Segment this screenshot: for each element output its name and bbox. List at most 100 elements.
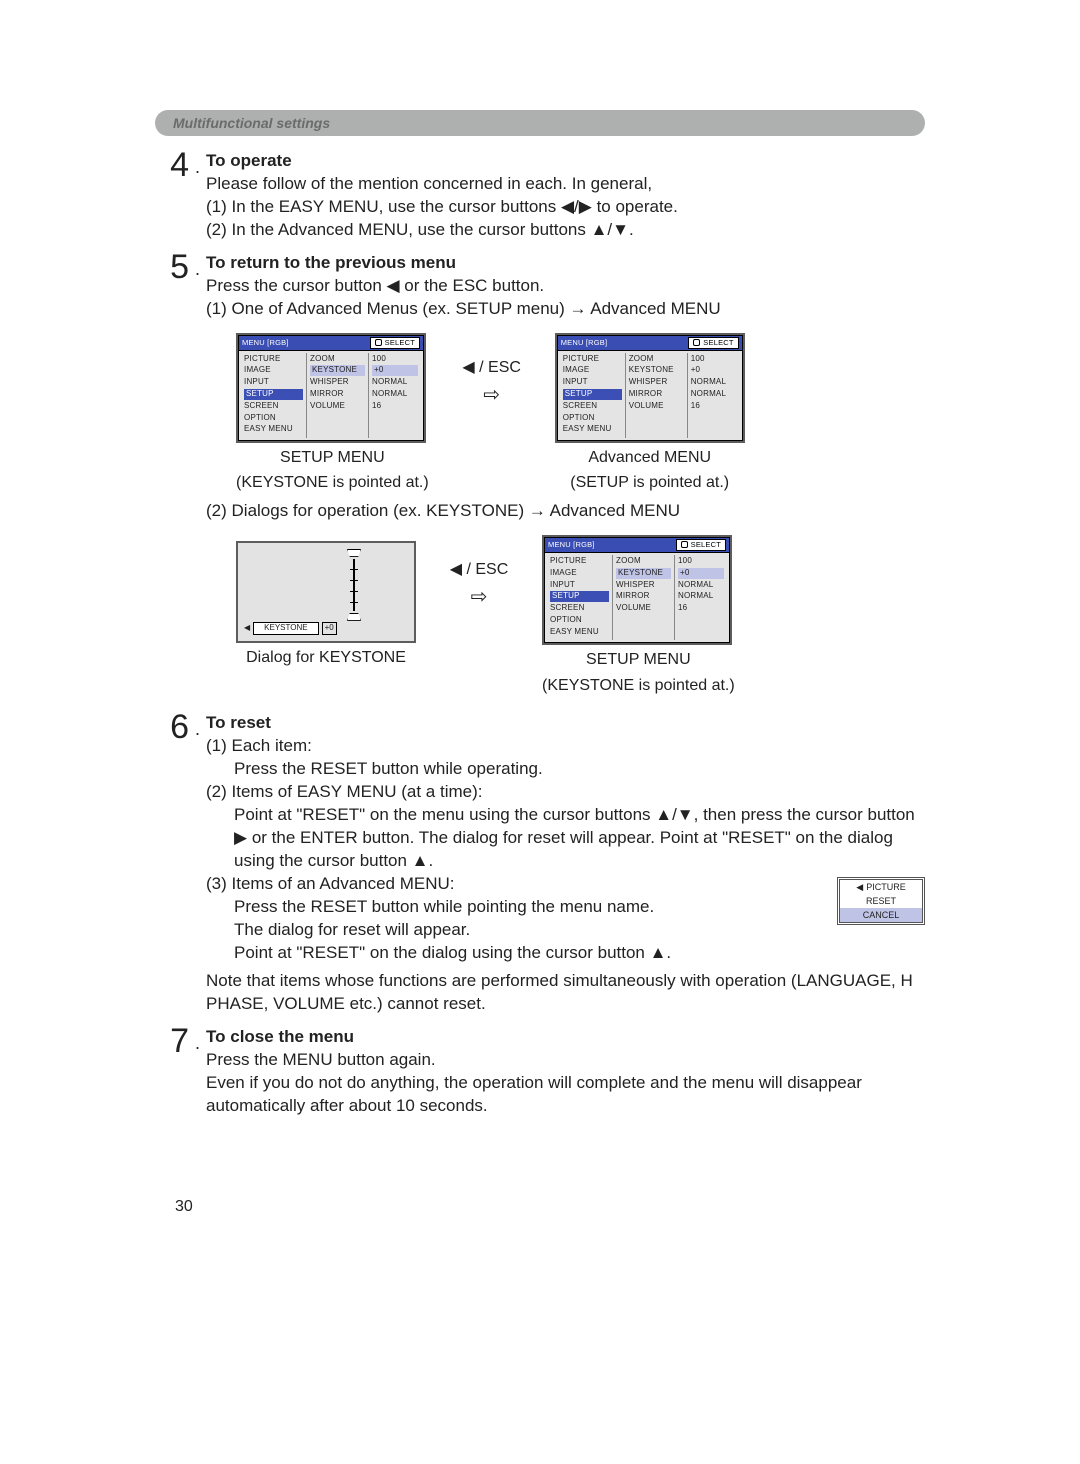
caption-setup-menu: SETUP MENU [236,447,429,469]
osd-right-item: NORMAL [691,377,737,388]
step-6-l1a: Press the RESET button while operating. [206,758,925,781]
caption-keystone-pointed: (KEYSTONE is pointed at.) [236,472,429,494]
osd-mid-item: MIRROR [629,389,684,400]
step-dot: . [195,1026,200,1118]
caption-setup-menu-2: SETUP MENU [542,649,735,671]
keystone-value: +0 [322,622,337,635]
step-5-sub1: (1) One of Advanced Menus (ex. SETUP men… [206,299,721,318]
osd-title: MENU [RGB] [548,540,595,550]
caption-setup-pointed: (SETUP is pointed at.) [555,472,745,494]
osd-right-item: NORMAL [372,377,418,388]
osd-right-item: NORMAL [678,580,724,591]
osd-left-item: EASY MENU [244,424,303,435]
osd-left-item: PICTURE [550,556,609,567]
arrow-right-icon: ⇨ [471,584,488,611]
left-arrow-icon: ◀ [856,881,863,893]
reset-dialog-reset: RESET [840,894,922,908]
reset-dialog-cancel: CANCEL [840,908,922,922]
step-number: 6 [155,712,189,1016]
step-dot: . [195,150,200,242]
osd-select-box: SELECT [688,337,738,349]
keystone-label: KEYSTONE [253,622,318,635]
osd-mid-item: VOLUME [629,401,684,412]
osd-mid-item: VOLUME [310,401,365,412]
osd-left-item-highlight: SETUP [563,389,622,400]
step-4-title: To operate [206,151,292,170]
osd-setup-menu: MENU [RGB] SELECT PICTURE IMAGE INPUT SE… [236,333,426,443]
osd-left-item: IMAGE [550,568,609,579]
step-7-l2: Even if you do not do anything, the oper… [206,1073,862,1115]
osd-left-item: IMAGE [244,365,303,376]
step-6-l2: (2) Items of EASY MENU (at a time): [206,782,482,801]
caption-keystone-pointed-2: (KEYSTONE is pointed at.) [542,675,735,697]
graphic-row-1: MENU [RGB] SELECT PICTURE IMAGE INPUT SE… [236,333,925,494]
step-5-line: Press the cursor button ◀ or the ESC but… [206,276,544,295]
osd-mid-item: WHISPER [616,580,671,591]
osd-mid-item: ZOOM [616,556,671,567]
graphic-row-2: ◀ KEYSTONE +0 Dialog for KEYSTONE ◀ / ES… [236,535,925,696]
step-4: 4 . To operate Please follow of the ment… [155,150,925,242]
select-icon [681,541,688,548]
step-6: 6 . To reset (1) Each item: Press the RE… [155,712,925,1016]
reset-dialog: ◀PICTURE RESET CANCEL [837,877,925,925]
osd-left-item: PICTURE [563,354,622,365]
step-number: 5 [155,252,189,702]
osd-left-item: OPTION [550,615,609,626]
osd-right-item: NORMAL [372,389,418,400]
step-6-l3b: The dialog for reset will appear. [206,919,925,942]
select-icon [693,339,700,346]
caption-dialog-keystone: Dialog for KEYSTONE [236,647,416,669]
step-5-title: To return to the previous menu [206,253,456,272]
osd-right-item-highlight: +0 [678,568,724,579]
osd-left-item: SCREEN [550,603,609,614]
select-icon [375,339,382,346]
section-tab: Multifunctional settings [155,110,925,136]
osd-mid-item: WHISPER [310,377,365,388]
osd-right-item: +0 [691,365,737,376]
trapezoid-bottom-icon [347,613,361,621]
left-arrow-icon: ◀ [244,623,250,634]
osd-left-item-highlight: SETUP [244,389,303,400]
step-7-l1: Press the MENU button again. [206,1050,436,1069]
osd-left-item: EASY MENU [563,424,622,435]
osd-left-item: OPTION [244,413,303,424]
osd-mid-item: ZOOM [310,354,365,365]
osd-right-item: 16 [372,401,418,412]
osd-left-item: SCREEN [244,401,303,412]
step-6-l1: (1) Each item: [206,736,312,755]
osd-advanced-menu: MENU [RGB] SELECT PICTURE IMAGE INPUT SE… [555,333,745,443]
osd-mid-item: WHISPER [629,377,684,388]
osd-select-box: SELECT [370,337,420,349]
osd-left-item: INPUT [563,377,622,388]
osd-title: MENU [RGB] [561,338,608,348]
step-6-l3a: Press the RESET button while pointing th… [206,896,925,919]
osd-setup-menu-2: MENU [RGB] SELECT PICTURE IMAGE INPUT SE… [542,535,732,645]
osd-left-item: PICTURE [244,354,303,365]
osd-left-item: INPUT [244,377,303,388]
osd-mid-item: VOLUME [616,603,671,614]
step-7: 7 . To close the menu Press the MENU but… [155,1026,925,1118]
trapezoid-top-icon [347,549,361,557]
step-4-line: Please follow of the mention concerned i… [206,174,652,193]
step-4-sub2: (2) In the Advanced MENU, use the cursor… [206,220,634,239]
step-6-l3: (3) Items of an Advanced MENU: [206,874,455,893]
osd-mid-item-highlight: KEYSTONE [310,365,365,376]
step-dot: . [195,712,200,1016]
osd-left-item-highlight: SETUP [550,591,609,602]
osd-left-item: EASY MENU [550,627,609,638]
osd-right-item: NORMAL [691,389,737,400]
step-4-sub1: (1) In the EASY MENU, use the cursor but… [206,197,678,216]
arrow-right-icon: ⇨ [483,382,500,409]
osd-mid-item: MIRROR [616,591,671,602]
osd-left-item: INPUT [550,580,609,591]
caption-advanced-menu: Advanced MENU [555,447,745,469]
esc-label: ◀ / ESC [450,559,509,581]
osd-right-item: 100 [372,354,418,365]
step-5: 5 . To return to the previous menu Press… [155,252,925,702]
osd-right-item: NORMAL [678,591,724,602]
osd-right-item: 100 [691,354,737,365]
step-number: 4 [155,150,189,242]
osd-right-item: 100 [678,556,724,567]
step-6-l3c: Point at "RESET" on the dialog using the… [206,942,925,965]
osd-left-item: OPTION [563,413,622,424]
